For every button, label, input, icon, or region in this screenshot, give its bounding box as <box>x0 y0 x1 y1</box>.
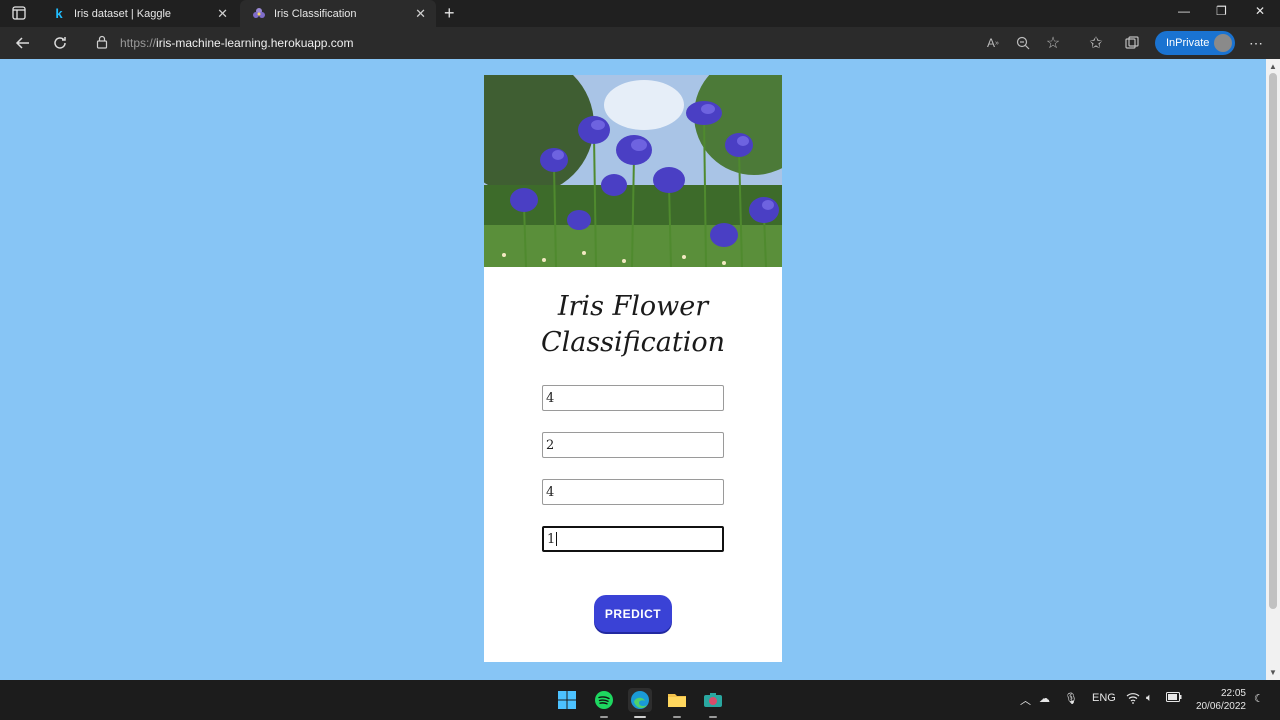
minimize-icon[interactable]: — <box>1178 4 1190 18</box>
scroll-down-icon[interactable]: ▼ <box>1269 668 1277 677</box>
page-title: Iris Flower Classification <box>484 289 782 361</box>
kaggle-k-icon: k <box>55 6 63 21</box>
camera-app-icon[interactable] <box>701 688 725 718</box>
form-card: Iris Flower Classification 4 2 4 1 PREDI… <box>484 75 782 662</box>
feature-input-2[interactable]: 2 <box>542 432 724 458</box>
system-clock[interactable]: 22:05 20/06/2022 <box>1192 687 1246 713</box>
collections-icon[interactable] <box>1122 33 1142 53</box>
iris-flower-icon <box>252 7 266 21</box>
add-favorite-icon[interactable]: ☆ <box>1043 33 1063 53</box>
feature-input-4[interactable]: 1 <box>542 526 724 552</box>
tab-title: Iris Classification <box>274 7 357 20</box>
tab-iris-classification[interactable]: Iris Classification ✕ <box>240 0 436 27</box>
url-field[interactable]: https://iris-machine-learning.herokuapp.… <box>88 30 408 56</box>
show-hidden-icons-icon[interactable]: ︿ <box>1020 692 1031 708</box>
running-indicator <box>709 716 717 718</box>
page-scrollbar[interactable]: ▲ ▼ <box>1266 59 1280 680</box>
scrollbar-thumb[interactable] <box>1269 73 1277 609</box>
title-line-2: Classification <box>540 327 726 358</box>
spotify-icon[interactable] <box>592 688 616 718</box>
refresh-icon[interactable] <box>50 33 70 53</box>
microphone-icon[interactable]: 🎙︎ <box>1064 692 1078 705</box>
lock-icon <box>96 35 108 52</box>
close-tab-icon[interactable]: ✕ <box>217 6 228 22</box>
page-viewport: Iris Flower Classification 4 2 4 1 PREDI… <box>0 59 1280 680</box>
edge-browser-icon[interactable] <box>628 688 652 718</box>
clock-date: 20/06/2022 <box>1195 701 1246 712</box>
file-explorer-icon[interactable] <box>665 688 689 718</box>
language-indicator[interactable]: ENG <box>1092 692 1116 704</box>
start-windows-icon[interactable] <box>555 688 579 712</box>
favorites-icon[interactable]: ✩ <box>1086 33 1106 53</box>
restore-icon[interactable]: ❐ <box>1216 4 1227 18</box>
new-tab-icon[interactable]: + <box>444 3 455 24</box>
volume-icon[interactable]: 🔈︎ <box>1146 692 1153 705</box>
feature-input-1[interactable]: 4 <box>542 385 724 411</box>
active-indicator <box>634 716 646 718</box>
url-host: iris-machine-learning.herokuapp.com <box>156 36 354 50</box>
tab-actions-icon[interactable] <box>8 4 30 22</box>
inprivate-badge[interactable]: InPrivate <box>1155 31 1235 55</box>
predict-button[interactable]: PREDICT <box>594 595 672 632</box>
onedrive-cloud-icon[interactable]: ☁ <box>1039 692 1050 705</box>
title-line-1: Iris Flower <box>557 291 709 322</box>
profile-avatar-icon <box>1214 34 1232 52</box>
feature-input-4-value: 1 <box>547 531 556 547</box>
address-bar: https://iris-machine-learning.herokuapp.… <box>0 27 1280 59</box>
wifi-icon[interactable] <box>1126 692 1140 707</box>
iris-flowers-image <box>484 75 782 267</box>
read-aloud-icon[interactable]: A» <box>983 33 1003 53</box>
tab-bar: k Iris dataset | Kaggle ✕ Iris Classific… <box>0 0 1280 27</box>
running-indicator <box>673 716 681 718</box>
more-menu-icon[interactable]: ⋯ <box>1246 33 1266 53</box>
feature-input-3[interactable]: 4 <box>542 479 724 505</box>
battery-icon[interactable] <box>1166 692 1182 705</box>
clock-time: 22:05 <box>1220 688 1246 699</box>
tab-title: Iris dataset | Kaggle <box>74 7 172 20</box>
notifications-moon-icon[interactable]: ☾ <box>1254 692 1264 705</box>
text-cursor <box>556 532 558 546</box>
close-tab-icon[interactable]: ✕ <box>415 6 426 22</box>
zoom-out-icon[interactable] <box>1013 33 1033 53</box>
scroll-up-icon[interactable]: ▲ <box>1269 62 1277 71</box>
running-indicator <box>600 716 608 718</box>
close-window-icon[interactable]: ✕ <box>1255 4 1265 18</box>
url-scheme: https:// <box>120 36 157 50</box>
back-icon[interactable] <box>13 33 33 53</box>
inprivate-label: InPrivate <box>1166 37 1210 49</box>
taskbar: ︿ ☁ 🎙︎ ENG 🔈︎ 22:05 20/06/2022 ☾ <box>0 680 1280 720</box>
tab-kaggle[interactable]: k Iris dataset | Kaggle ✕ <box>40 0 238 27</box>
